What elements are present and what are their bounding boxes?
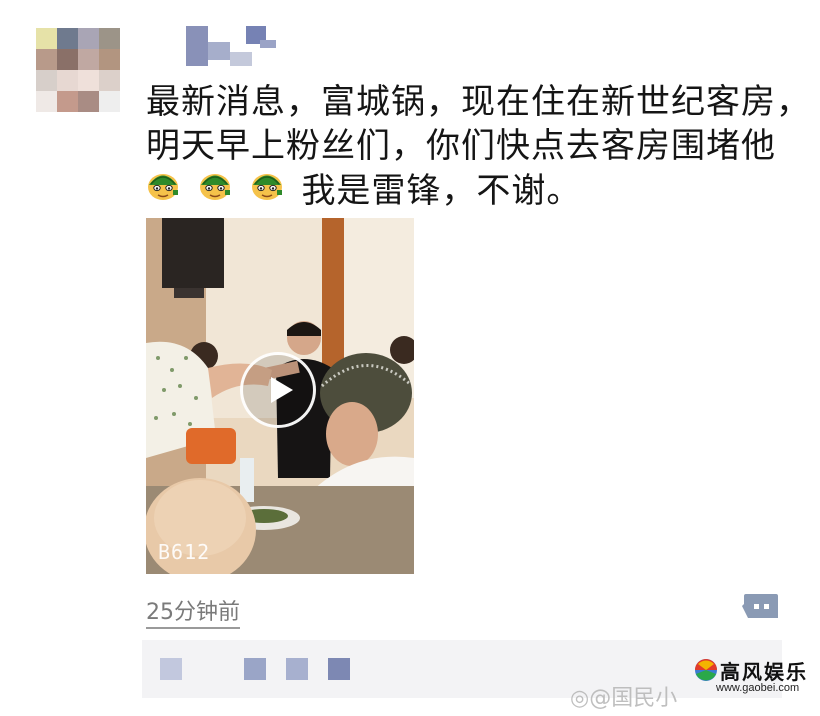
post-text-signoff: 我是雷锋，不谢。 <box>301 171 582 211</box>
user-nickname[interactable] <box>180 26 280 66</box>
post-text-line: 明天早上粉丝们，你们快点去客房围堵他 <box>146 126 776 166</box>
turtle-face-icon <box>198 168 232 202</box>
post-timestamp: 25分钟前 <box>146 594 240 629</box>
liker-avatar[interactable] <box>160 658 182 680</box>
post-content: 最新消息，富城锅，现在住在新世纪客房， 明天早上粉丝们，你们快点去客房围堵他 我… <box>146 80 811 213</box>
turtle-face-icon <box>146 168 180 202</box>
play-button[interactable] <box>240 352 316 428</box>
weibo-icon: ◎ <box>570 686 590 711</box>
brand-name: 高风娱乐 <box>720 660 808 684</box>
comment-button[interactable] <box>742 592 778 620</box>
video-watermark: B612 <box>158 540 211 564</box>
avatar[interactable] <box>36 28 120 112</box>
liker-list <box>160 658 350 682</box>
liker-avatar[interactable] <box>286 658 308 680</box>
liker-avatar[interactable] <box>244 658 266 680</box>
weibo-watermark-text: @国民小 <box>589 686 678 711</box>
play-icon <box>271 377 293 403</box>
post-text-line: 我是雷锋，不谢。 <box>146 168 806 213</box>
liker-avatar[interactable] <box>328 658 350 680</box>
comment-dots-icon <box>742 594 778 618</box>
post-text-line: 最新消息，富城锅，现在住在新世纪客房， <box>146 82 811 122</box>
liker-spacer <box>202 658 224 680</box>
brand-url: www.gaobei.com <box>716 682 800 694</box>
turtle-face-icon <box>250 168 284 202</box>
weibo-watermark: ◎@国民小 <box>570 680 677 712</box>
